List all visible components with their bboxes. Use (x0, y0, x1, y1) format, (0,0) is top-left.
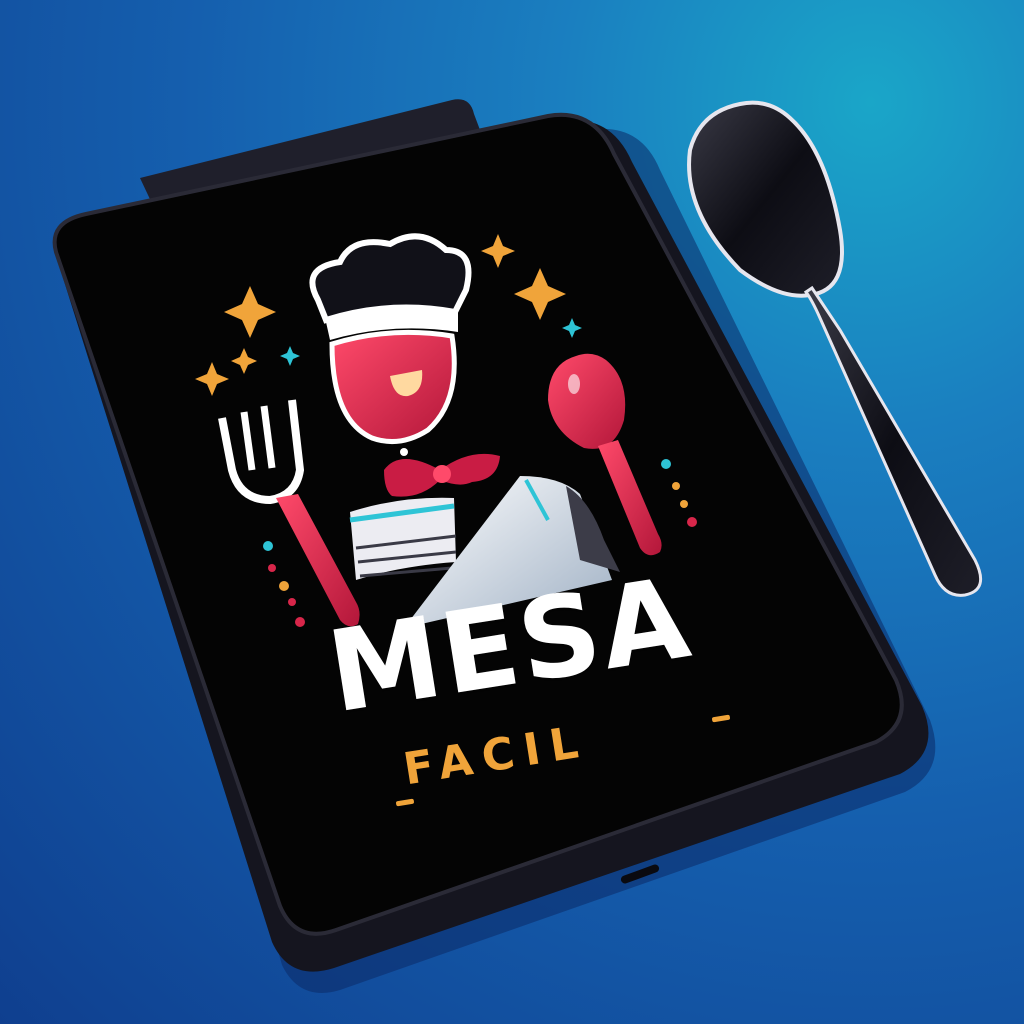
illustration-graphics (52, 99, 983, 993)
napkin-icon (349, 497, 457, 580)
illustration-scene: MESA FACIL (0, 0, 1024, 1024)
